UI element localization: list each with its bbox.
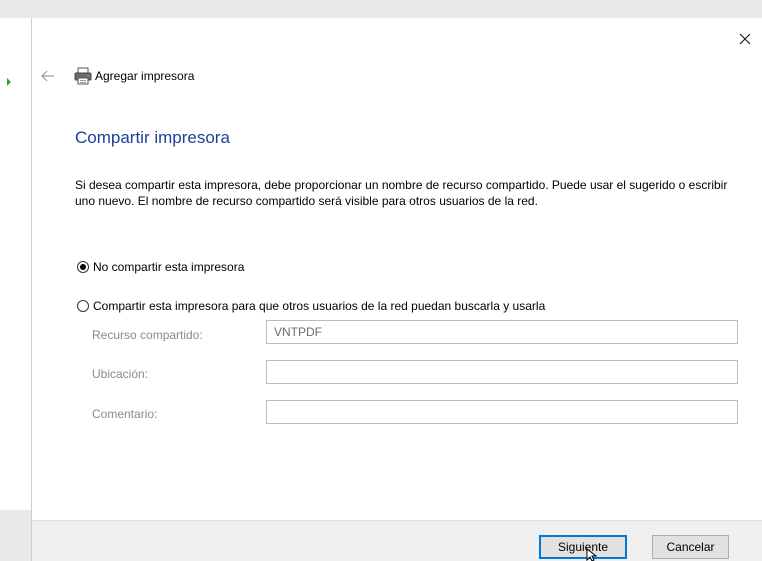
location-field[interactable] — [266, 360, 738, 384]
window-title: Agregar impresora — [95, 69, 195, 83]
comment-label: Comentario: — [92, 407, 158, 421]
screen: Agregar impresora Compartir impresora Si… — [0, 0, 762, 561]
next-button[interactable]: Siguiente — [539, 535, 627, 559]
close-icon — [739, 33, 751, 45]
background-window-left — [0, 18, 31, 561]
back-button[interactable] — [39, 67, 57, 85]
share-name-label: Recurso compartido: — [92, 328, 203, 342]
share-name-field[interactable]: VNTPDF — [266, 320, 738, 344]
back-arrow-icon — [41, 70, 54, 82]
cancel-button[interactable]: Cancelar — [652, 535, 729, 559]
page-description: Si desea compartir esta impresora, debe … — [75, 178, 728, 208]
background-marker-icon — [7, 78, 11, 86]
location-label: Ubicación: — [92, 367, 149, 381]
no-share-label: No compartir esta impresora — [93, 260, 245, 274]
share-option[interactable]: Compartir esta impresora para que otros … — [77, 299, 545, 313]
background-window-strip — [0, 0, 762, 19]
page-title: Compartir impresora — [75, 128, 230, 147]
background-window-bottom — [0, 510, 31, 561]
add-printer-dialog: Agregar impresora Compartir impresora Si… — [31, 18, 762, 561]
close-button[interactable] — [736, 30, 754, 48]
mouse-cursor-icon — [586, 547, 600, 561]
no-share-radio[interactable] — [77, 261, 89, 273]
no-share-option[interactable]: No compartir esta impresora — [77, 260, 244, 274]
comment-field[interactable] — [266, 400, 738, 424]
printer-icon — [74, 67, 92, 85]
share-radio[interactable] — [77, 300, 89, 312]
dialog-footer: Siguiente Cancelar — [32, 520, 762, 561]
share-label: Compartir esta impresora para que otros … — [93, 299, 546, 313]
